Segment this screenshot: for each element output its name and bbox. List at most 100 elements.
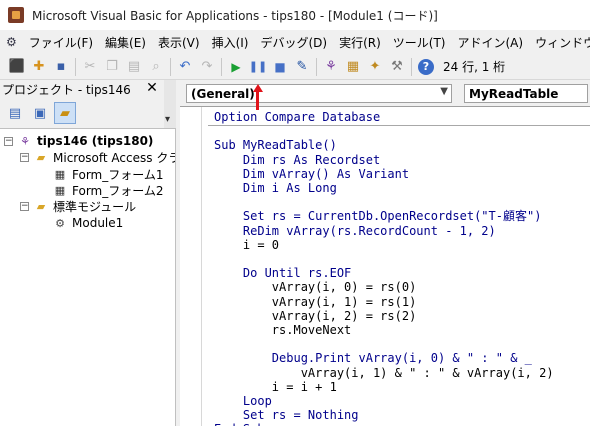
paste-icon[interactable]: ▤ — [123, 56, 145, 78]
tree-label: tips146 (tips180) — [37, 134, 154, 148]
module-icon: ⚙ — [55, 216, 65, 230]
code-line[interactable]: Sub MyReadTable() — [214, 138, 337, 152]
toggle-folders-icon[interactable]: ▰ — [54, 102, 76, 124]
view-code-icon[interactable]: ▤ — [4, 102, 26, 124]
tree-label: Form_フォーム1 — [72, 167, 164, 182]
properties-window-icon[interactable]: ▦ — [342, 56, 364, 78]
menu-file[interactable]: ファイル(F) — [23, 34, 99, 51]
code-line[interactable]: End Sub — [214, 422, 265, 426]
project-pane-toolbar: ▤ ▣ ▰ — [0, 98, 174, 128]
menu-insert[interactable]: 挿入(I) — [206, 34, 255, 51]
toolbar-separator — [75, 57, 76, 76]
collapse-icon[interactable]: − — [4, 136, 13, 146]
object-combo-value: (General) — [191, 86, 255, 101]
window-title: Microsoft Visual Basic for Applications … — [32, 8, 438, 23]
tree-item-module1[interactable]: ⚙ Module1 — [52, 215, 123, 231]
code-line[interactable]: vArray(i, 1) & " : " & vArray(i, 2) — [214, 366, 554, 380]
undo-icon[interactable]: ↶ — [174, 56, 196, 78]
vba-app-icon — [8, 7, 24, 23]
tree-label: 標準モジュール — [53, 199, 137, 214]
tree-item-form1[interactable]: ▦ Form_フォーム1 — [52, 166, 164, 182]
close-icon[interactable]: ✕ — [144, 80, 160, 96]
reset-icon[interactable]: ■ — [269, 56, 291, 78]
project-explorer-icon[interactable]: ⚘ — [320, 56, 342, 78]
menu-edit[interactable]: 編集(E) — [99, 34, 152, 51]
tree-item-standard-modules[interactable]: − ▰ 標準モジュール — [20, 198, 136, 214]
procedure-combo-value: MyReadTable — [469, 86, 559, 101]
code-line[interactable]: vArray(i, 2) = rs(2) — [214, 309, 417, 323]
form-icon: ▦ — [54, 167, 66, 181]
project-pane-scrollbar[interactable] — [164, 80, 176, 128]
object-browser-icon[interactable]: ✦ — [364, 56, 386, 78]
code-line[interactable]: Dim rs As Recordset — [214, 153, 380, 167]
standard-toolbar: ⬛ ✚ ▪ ✂ ❐ ▤ ⌕ ↶ ↷ ▶ ❚❚ ■ ✎ ⚘ ▦ ✦ ⚒ ? 24 … — [0, 54, 590, 80]
run-sub-icon[interactable]: ▶ — [225, 56, 247, 78]
code-line[interactable]: Debug.Print vArray(i, 0) & " : " & _ — [214, 351, 532, 365]
project-pane-header: プロジェクト - tips146 ✕ — [0, 80, 174, 98]
view-access-icon[interactable]: ⬛ — [6, 56, 28, 78]
code-line[interactable]: i = i + 1 — [214, 380, 337, 394]
tree-item-form2[interactable]: ▦ Form_フォーム2 — [52, 182, 164, 198]
help-icon: ? — [418, 58, 434, 75]
code-line[interactable]: Dim vArray() As Variant — [214, 167, 409, 181]
redo-icon[interactable]: ↷ — [196, 56, 218, 78]
toolbar-separator — [221, 57, 222, 76]
procedure-combo[interactable]: MyReadTable — [464, 84, 588, 103]
code-line[interactable]: i = 0 — [214, 238, 279, 252]
design-mode-icon[interactable]: ✎ — [291, 56, 313, 78]
toolbox-icon[interactable]: ⚒ — [386, 56, 408, 78]
form-icon: ▦ — [54, 183, 66, 197]
menu-window[interactable]: ウィンドウ(W) — [529, 34, 590, 51]
collapse-icon[interactable]: − — [20, 201, 29, 211]
chevron-down-icon: ▼ — [440, 86, 448, 97]
insert-object-icon[interactable]: ✚ — [28, 56, 50, 78]
project-icon: ⚘ — [20, 134, 30, 148]
code-line[interactable]: Set rs = CurrentDb.OpenRecordset("T-顧客") — [214, 209, 542, 223]
toolbar-separator — [316, 57, 317, 76]
code-editor[interactable]: Option Compare Database Sub MyReadTable()… — [180, 106, 590, 426]
cut-icon[interactable]: ✂ — [79, 56, 101, 78]
tree-label: Module1 — [72, 216, 124, 230]
save-icon[interactable]: ▪ — [50, 56, 72, 78]
vbe-window: Microsoft Visual Basic for Applications … — [0, 0, 590, 426]
menu-debug[interactable]: デバッグ(D) — [254, 34, 333, 51]
code-line[interactable]: vArray(i, 0) = rs(0) — [214, 280, 417, 294]
code-window-header: (General) ▼ MyReadTable — [180, 80, 590, 106]
menu-tools[interactable]: ツール(T) — [387, 34, 452, 51]
code-line[interactable]: Loop — [214, 394, 272, 408]
code-line[interactable]: Do Until rs.EOF — [214, 266, 351, 280]
folder-icon: ▰ — [36, 150, 46, 164]
toolbar-separator — [170, 57, 171, 76]
folder-icon: ▰ — [36, 199, 46, 213]
vbe-menu-icon[interactable]: ⚙ — [6, 33, 17, 51]
menu-addins[interactable]: アドイン(A) — [452, 34, 530, 51]
menu-view[interactable]: 表示(V) — [152, 34, 206, 51]
annotation-arrow — [253, 84, 263, 110]
title-bar: Microsoft Visual Basic for Applications … — [0, 0, 590, 30]
code-line[interactable]: rs.MoveNext — [214, 323, 351, 337]
tree-item-project[interactable]: − ⚘ tips146 (tips180) — [4, 133, 153, 149]
margin-indicator-bar[interactable] — [180, 107, 202, 426]
menu-bar: ⚙ ファイル(F) 編集(E) 表示(V) 挿入(I) デバッグ(D) 実行(R… — [0, 30, 590, 54]
find-icon[interactable]: ⌕ — [145, 56, 167, 78]
view-object-icon[interactable]: ▣ — [29, 102, 51, 124]
code-line[interactable]: vArray(i, 1) = rs(1) — [214, 295, 417, 309]
help-button[interactable]: ? — [415, 56, 437, 78]
code-line[interactable]: Set rs = Nothing — [214, 408, 359, 422]
project-tree: − ⚘ tips146 (tips180) − ▰ Microsoft Acce… — [0, 128, 176, 426]
code-line[interactable]: ReDim vArray(rs.RecordCount - 1, 2) — [214, 224, 496, 238]
tree-label: Microsoft Access クラ — [53, 150, 176, 165]
copy-icon[interactable]: ❐ — [101, 56, 123, 78]
cursor-position: 24 行, 1 桁 — [443, 60, 506, 74]
menu-run[interactable]: 実行(R) — [333, 34, 387, 51]
tree-label: Form_フォーム2 — [72, 183, 164, 198]
collapse-icon[interactable]: − — [20, 152, 29, 162]
procedure-separator — [208, 125, 590, 126]
break-icon[interactable]: ❚❚ — [247, 56, 269, 78]
code-line[interactable]: Dim i As Long — [214, 181, 337, 195]
tree-item-access-objects[interactable]: − ▰ Microsoft Access クラ — [20, 149, 176, 165]
code-line[interactable]: Option Compare Database — [214, 110, 380, 124]
toolbar-separator — [411, 57, 412, 76]
project-pane-title: プロジェクト - tips146 — [2, 82, 131, 97]
object-combo[interactable]: (General) ▼ — [186, 84, 452, 103]
